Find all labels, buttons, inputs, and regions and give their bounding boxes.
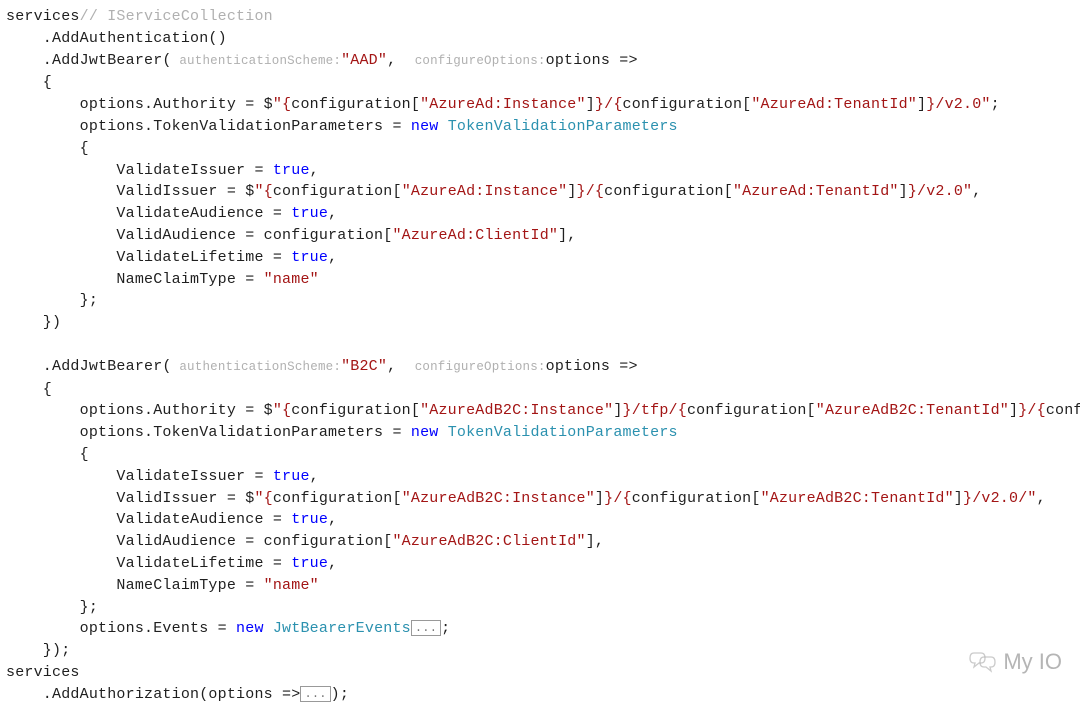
code-line: }) <box>6 314 61 331</box>
code-line: ValidateLifetime = true, <box>6 555 337 572</box>
code-line: }); <box>6 642 70 659</box>
code-line: ValidateAudience = true, <box>6 205 337 222</box>
code-line: options.TokenValidationParameters = new … <box>6 424 678 441</box>
code-line: ValidIssuer = $"{configuration["AzureAd:… <box>6 183 981 200</box>
code-line: options.Authority = $"{configuration["Az… <box>6 96 1000 113</box>
code-line: options.Events = new JwtBearerEvents...; <box>6 620 450 637</box>
code-line: ValidAudience = configuration["AzureAdB2… <box>6 533 604 550</box>
code-line: services <box>6 664 80 681</box>
code-line: { <box>6 140 89 157</box>
fold-ellipsis-icon[interactable]: ... <box>411 620 441 636</box>
code-line: }; <box>6 599 98 616</box>
code-line: NameClaimType = "name" <box>6 271 319 288</box>
code-line: }; <box>6 292 98 309</box>
code-line: NameClaimType = "name" <box>6 577 319 594</box>
code-line: { <box>6 74 52 91</box>
code-line: { <box>6 446 89 463</box>
code-line: { <box>6 381 52 398</box>
code-line: options.Authority = $"{configuration["Az… <box>6 402 1080 419</box>
code-line: ValidateIssuer = true, <box>6 162 319 179</box>
code-line: ValidateAudience = true, <box>6 511 337 528</box>
code-editor[interactable]: services// IServiceCollection .AddAuthen… <box>0 0 1080 706</box>
code-line: services// IServiceCollection <box>6 8 273 25</box>
code-line: ValidIssuer = $"{configuration["AzureAdB… <box>6 490 1046 507</box>
fold-ellipsis-icon[interactable]: ... <box>300 686 330 702</box>
code-line: .AddJwtBearer( authenticationScheme:"AAD… <box>6 52 638 69</box>
code-line: options.TokenValidationParameters = new … <box>6 118 678 135</box>
code-line: ValidateLifetime = true, <box>6 249 337 266</box>
code-line: ValidAudience = configuration["AzureAd:C… <box>6 227 577 244</box>
code-line: .AddAuthorization(options =>...); <box>6 686 349 703</box>
code-line: .AddJwtBearer( authenticationScheme:"B2C… <box>6 358 638 375</box>
code-line: ValidateIssuer = true, <box>6 468 319 485</box>
code-line: .AddAuthentication() <box>6 30 227 47</box>
